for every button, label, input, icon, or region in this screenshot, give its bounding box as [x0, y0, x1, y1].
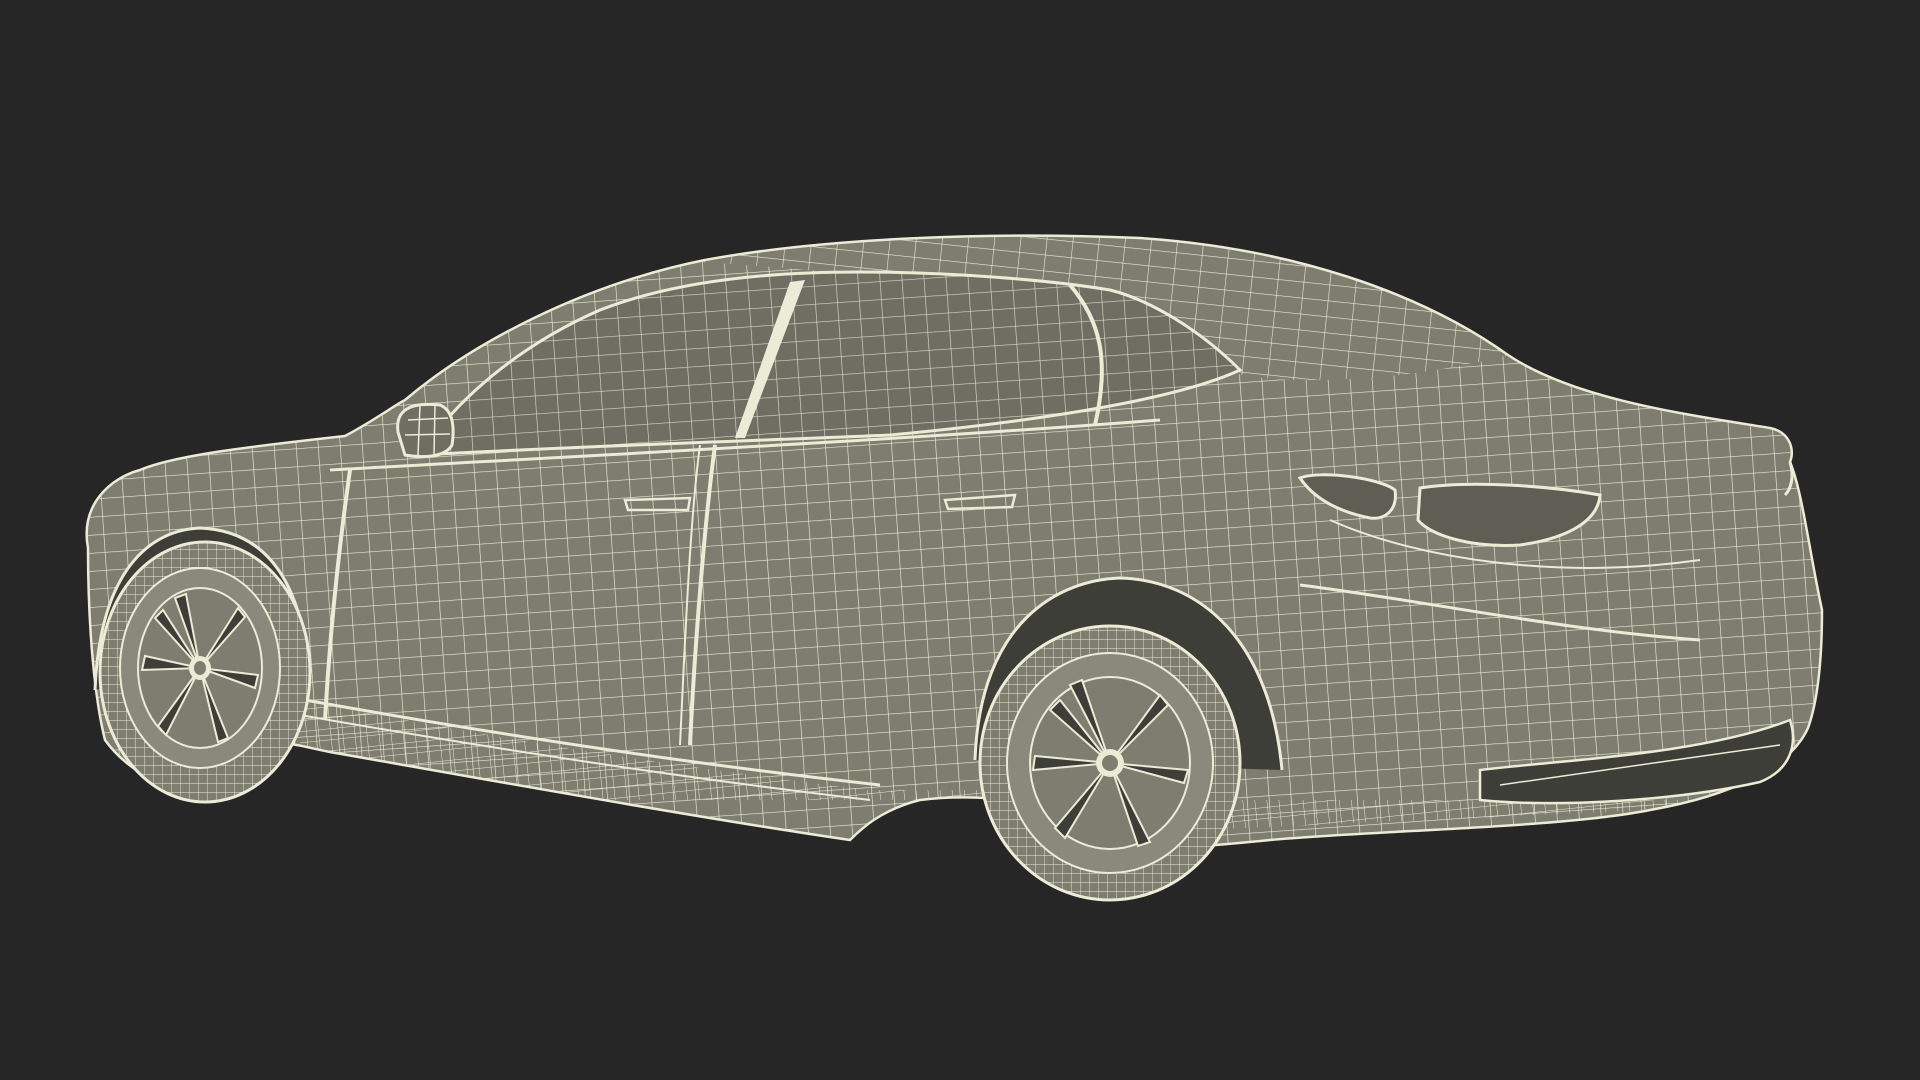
car-wireframe-render	[85, 234, 1824, 902]
render-viewport	[0, 0, 1920, 1080]
side-mirror	[396, 402, 455, 459]
car-body	[85, 234, 1824, 850]
